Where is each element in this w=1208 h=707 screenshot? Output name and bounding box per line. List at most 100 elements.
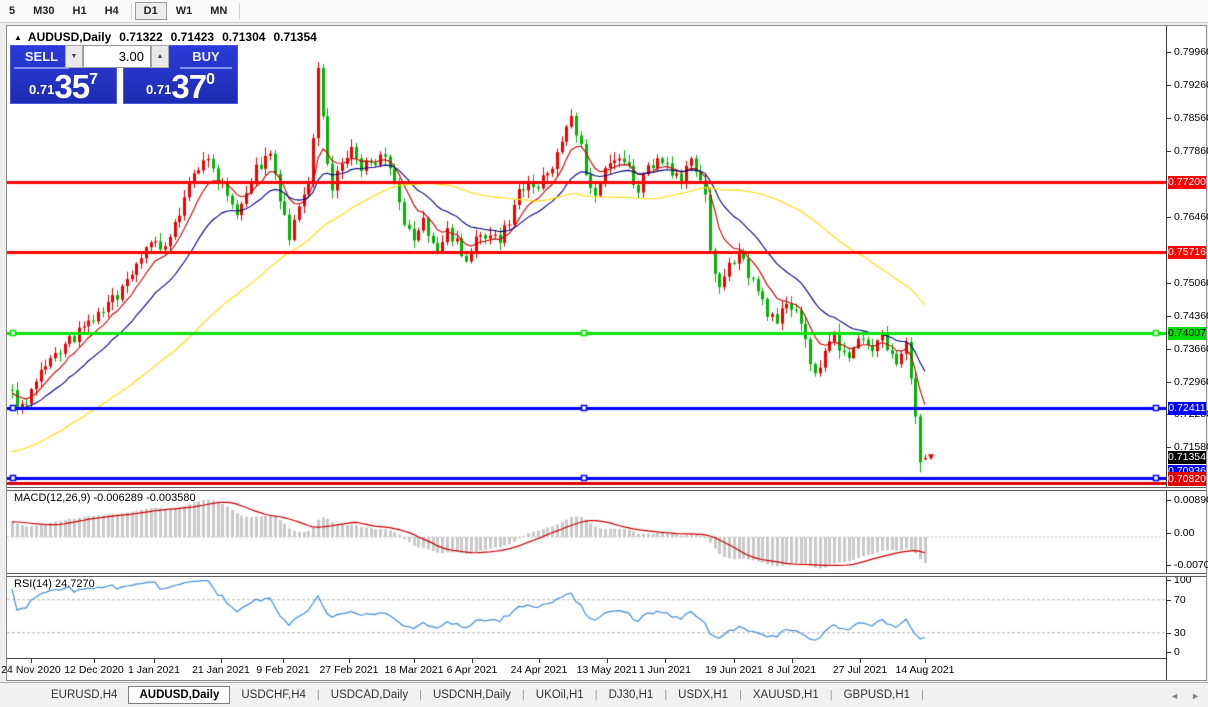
macd-scale-label: 0.008904 <box>1174 494 1208 506</box>
triangle-up-icon: ▲ <box>156 53 164 60</box>
level-price-label: 0.77200 <box>1168 176 1206 189</box>
date-axis-tick <box>539 659 540 663</box>
level-price-label: 0.70820 <box>1168 472 1206 486</box>
date-axis-tick <box>734 659 735 663</box>
price-tick-label: 0.75060 <box>1174 277 1208 289</box>
collapse-triangle-icon[interactable]: ▲ <box>14 33 22 42</box>
price-tick-label: 0.72960 <box>1174 376 1208 388</box>
chart-symbol-label: AUDUSD,Daily <box>27 30 112 44</box>
chart-tab-audusd-daily[interactable]: AUDUSD,Daily <box>128 686 231 704</box>
chart-tab-gbpusd-h1[interactable]: GBPUSD,H1 <box>833 686 921 704</box>
volume-decrease-button[interactable]: ▼ <box>65 45 83 68</box>
volume-input[interactable] <box>83 45 151 68</box>
date-axis-tick <box>349 659 350 663</box>
current-price-label: 0.71354 <box>1168 451 1206 464</box>
tab-scroll-controls: ◄ ► <box>1170 683 1200 707</box>
scroll-tabs-right-button[interactable]: ► <box>1191 691 1200 701</box>
chart-tab-usdchf-h4[interactable]: USDCHF,H4 <box>230 686 317 704</box>
sell-price-integer: 0.71 <box>29 82 55 97</box>
date-axis-tick <box>221 659 222 663</box>
date-axis-tick <box>154 659 155 663</box>
date-tick-label: 14 Aug 2021 <box>895 664 955 676</box>
ohlc-open-value: 0.71322 <box>119 30 163 44</box>
price-tick-label: 0.73660 <box>1174 343 1208 355</box>
buy-price-pips: 37 <box>171 67 207 105</box>
chart-tab-usdcad-daily[interactable]: USDCAD,Daily <box>320 686 419 704</box>
price-axis-tick <box>1167 533 1171 534</box>
price-axis-tick <box>1167 500 1171 501</box>
price-axis-tick <box>1167 151 1171 152</box>
sell-price-point: 7 <box>89 71 98 88</box>
price-tick-label: 0.74360 <box>1174 310 1208 322</box>
price-axis-tick <box>1167 652 1171 653</box>
level-price-label: 0.74007 <box>1168 327 1206 340</box>
scroll-tabs-left-button[interactable]: ◄ <box>1170 691 1179 701</box>
rsi-scale-label: 70 <box>1174 594 1186 606</box>
date-axis-tick <box>792 659 793 663</box>
chart-tab-dj30-h1[interactable]: DJ30,H1 <box>598 686 665 704</box>
price-tick-label: 0.76460 <box>1174 211 1208 223</box>
chart-tab-xauusd-h1[interactable]: XAUUSD,H1 <box>742 686 830 704</box>
volume-increase-button[interactable]: ▲ <box>151 45 169 68</box>
chart-ohlc-header: ▲ AUDUSD,Daily 0.71322 0.71423 0.71304 0… <box>14 30 317 44</box>
timeframe-button-h1[interactable]: H1 <box>64 2 96 20</box>
tab-divider: | <box>921 689 924 701</box>
price-tick-label: 0.79260 <box>1174 79 1208 91</box>
macd-panel-separator[interactable] <box>7 487 1206 491</box>
price-tick-label: 0.79960 <box>1174 46 1208 58</box>
timeframe-toolbar: 5 M30 H1 H4 D1 W1 MN <box>0 0 1208 23</box>
rsi-scale-label: 30 <box>1174 627 1186 639</box>
price-axis-tick <box>1167 565 1171 566</box>
chart-tab-eurusd-h4[interactable]: EURUSD,H4 <box>40 686 128 704</box>
chart-tab-usdcnh-daily[interactable]: USDCNH,Daily <box>422 686 522 704</box>
timeframe-button-m30[interactable]: M30 <box>24 2 63 20</box>
timeframe-button-5[interactable]: 5 <box>0 2 24 20</box>
macd-scale-label: 0.00 <box>1174 527 1195 539</box>
timeframe-button-w1[interactable]: W1 <box>167 2 202 20</box>
triangle-down-icon: ▼ <box>70 53 78 60</box>
timeframe-button-d1[interactable]: D1 <box>134 2 167 20</box>
ohlc-high-value: 0.71423 <box>170 30 215 44</box>
rsi-indicator-label: RSI(14) 24.7270 <box>14 578 95 590</box>
level-price-label: 0.72411 <box>1168 402 1206 415</box>
date-axis-tick <box>665 659 666 663</box>
chart-tab-ukoil-h1[interactable]: UKOil,H1 <box>525 686 595 704</box>
sell-button-label: SELL <box>14 47 69 69</box>
timeframe-button-h4[interactable]: H4 <box>96 2 128 20</box>
date-axis-tick <box>31 659 32 663</box>
chart-tab-bar: EURUSD,H4 AUDUSD,Daily USDCHF,H4 | USDCAD,Da… <box>0 682 1208 707</box>
toolbar-separator <box>130 3 132 19</box>
macd-indicator-label: MACD(12,26,9) -0.006289 -0.003580 <box>14 492 196 504</box>
buy-price: 0.71 37 0 <box>124 69 237 102</box>
price-axis-tick <box>1167 217 1171 218</box>
price-axis-tick <box>1167 118 1171 119</box>
volume-control: ▼ ▲ <box>65 45 169 69</box>
chart-window: ▲ AUDUSD,Daily 0.71322 0.71423 0.71304 0… <box>1 25 1208 681</box>
price-axis[interactable]: 0.79960 0.79260 0.78560 0.77860 0.76460 0.750… <box>1166 26 1208 680</box>
rsi-panel-separator[interactable] <box>7 573 1206 577</box>
buy-price-integer: 0.71 <box>146 82 172 97</box>
buy-button-label: BUY <box>180 47 232 69</box>
price-axis-tick <box>1167 85 1171 86</box>
sell-price: 0.71 35 7 <box>11 69 116 102</box>
sell-price-pips: 35 <box>54 67 90 105</box>
price-axis-tick <box>1167 382 1171 383</box>
date-axis-tick <box>414 659 415 663</box>
one-click-trading-panel: SELL 0.71357 ▼ ▲ BUY 0.71370 <box>10 45 238 104</box>
ohlc-close-value: 0.71354 <box>273 30 317 44</box>
date-axis-tick <box>925 659 926 663</box>
date-axis-tick <box>472 659 473 663</box>
price-tick-label: 0.77860 <box>1174 145 1208 157</box>
ohlc-low-value: 0.71304 <box>222 30 266 44</box>
date-axis-tick <box>283 659 284 663</box>
chart-tab-usdx-h1[interactable]: USDX,H1 <box>667 686 739 704</box>
timeframe-button-mn[interactable]: MN <box>201 2 236 20</box>
price-axis-tick <box>1167 447 1171 448</box>
price-axis-tick <box>1167 633 1171 634</box>
price-chart-canvas[interactable] <box>7 26 1166 658</box>
macd-scale-label: -0.007011 <box>1174 559 1208 571</box>
rsi-scale-label: 0 <box>1174 646 1180 658</box>
date-axis[interactable]: 24 Nov 2020 12 Dec 2020 1 Jan 2021 21 Jan 2… <box>1 658 1166 679</box>
date-axis-tick <box>860 659 861 663</box>
mt4-application: 5 M30 H1 H4 D1 W1 MN ▲ AUDUSD,Daily 0.71322 0.… <box>0 0 1208 707</box>
